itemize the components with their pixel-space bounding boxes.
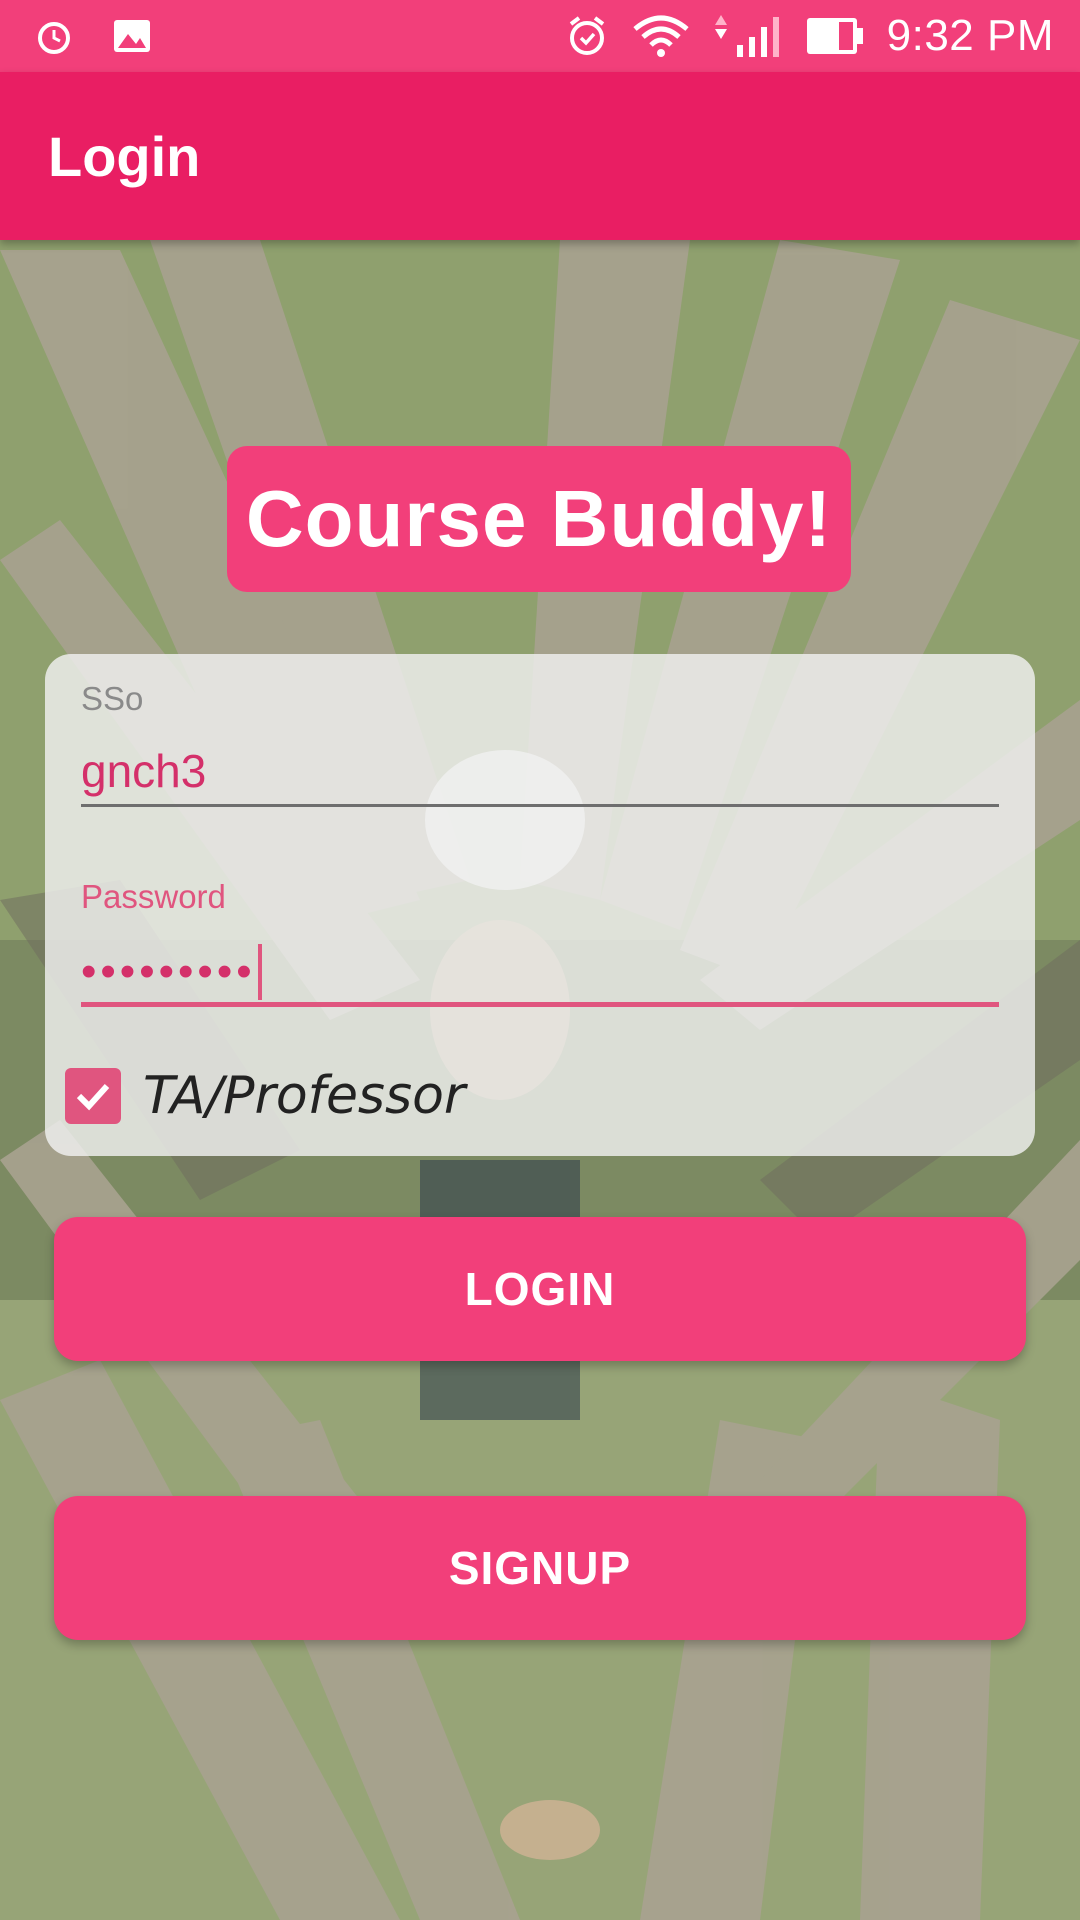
password-input[interactable]: •••••••••: [81, 944, 262, 1000]
login-button[interactable]: LOGIN: [54, 1217, 1026, 1361]
checkmark-icon: [76, 1083, 110, 1111]
text-caret: [257, 944, 262, 1000]
ta-professor-row[interactable]: TA/Professor: [65, 1066, 465, 1126]
password-underline: [81, 1002, 999, 1007]
battery-icon: [805, 14, 865, 58]
login-form-card: SSo gnch3 Password ••••••••• TA/Professo…: [45, 654, 1035, 1156]
sso-underline: [81, 804, 999, 807]
status-bar: 9:32 PM: [0, 0, 1080, 72]
ta-professor-label: TA/Professor: [143, 1066, 466, 1126]
password-label: Password: [81, 878, 226, 915]
signal-icon: [713, 13, 783, 59]
app-bar: Login: [0, 72, 1080, 240]
signup-button[interactable]: SIGNUP: [54, 1496, 1026, 1640]
ta-professor-checkbox[interactable]: [65, 1068, 121, 1124]
password-value: •••••••••: [81, 947, 256, 996]
page-title: Login: [48, 124, 201, 188]
brand-title: Course Buddy!: [245, 474, 833, 563]
image-icon: [112, 16, 152, 56]
status-time: 9:32 PM: [886, 11, 1054, 60]
sso-label: SSo: [81, 680, 144, 717]
alarm-clock-icon: [565, 14, 609, 58]
brand-badge: Course Buddy!: [227, 446, 851, 592]
wifi-icon: [631, 13, 691, 59]
sso-input[interactable]: gnch3: [81, 744, 206, 798]
alarm-icon: [34, 16, 74, 56]
